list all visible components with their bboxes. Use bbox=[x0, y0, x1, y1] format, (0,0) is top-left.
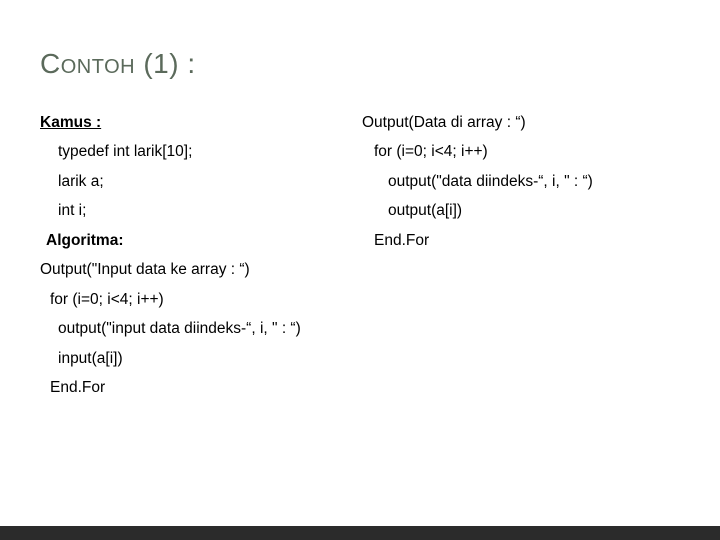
left-column: Kamus : typedef int larik[10]; larik a; … bbox=[40, 108, 362, 402]
output-data-index-line: output("data diindeks-“, i, " : “) bbox=[362, 167, 680, 196]
larik-a-line: larik a; bbox=[40, 167, 362, 196]
int-i-line: int i; bbox=[40, 196, 362, 225]
output-ai-line: output(a[i]) bbox=[362, 196, 680, 225]
title-suffix: (1) : bbox=[135, 48, 196, 79]
slide-content: Kamus : typedef int larik[10]; larik a; … bbox=[40, 108, 680, 402]
bottom-bar bbox=[0, 526, 720, 540]
typedef-line: typedef int larik[10]; bbox=[40, 137, 362, 166]
output-input-index-line: output("input data diindeks-“, i, " : “) bbox=[40, 314, 362, 343]
right-column: Output(Data di array : “) for (i=0; i<4;… bbox=[362, 108, 680, 402]
endfor-left: End.For bbox=[40, 373, 362, 402]
title-word: Contoh bbox=[40, 48, 135, 79]
slide-title: Contoh (1) : bbox=[40, 48, 196, 80]
for-line-right: for (i=0; i<4; i++) bbox=[362, 137, 680, 166]
endfor-right: End.For bbox=[362, 226, 680, 255]
for-line-left: for (i=0; i<4; i++) bbox=[40, 285, 362, 314]
kamus-heading: Kamus : bbox=[40, 114, 101, 131]
input-ai-line: input(a[i]) bbox=[40, 344, 362, 373]
output-data-title-line: Output(Data di array : “) bbox=[362, 114, 526, 131]
algoritma-heading: Algoritma: bbox=[40, 226, 362, 255]
output-input-title-line: Output("Input data ke array : “) bbox=[40, 261, 250, 278]
